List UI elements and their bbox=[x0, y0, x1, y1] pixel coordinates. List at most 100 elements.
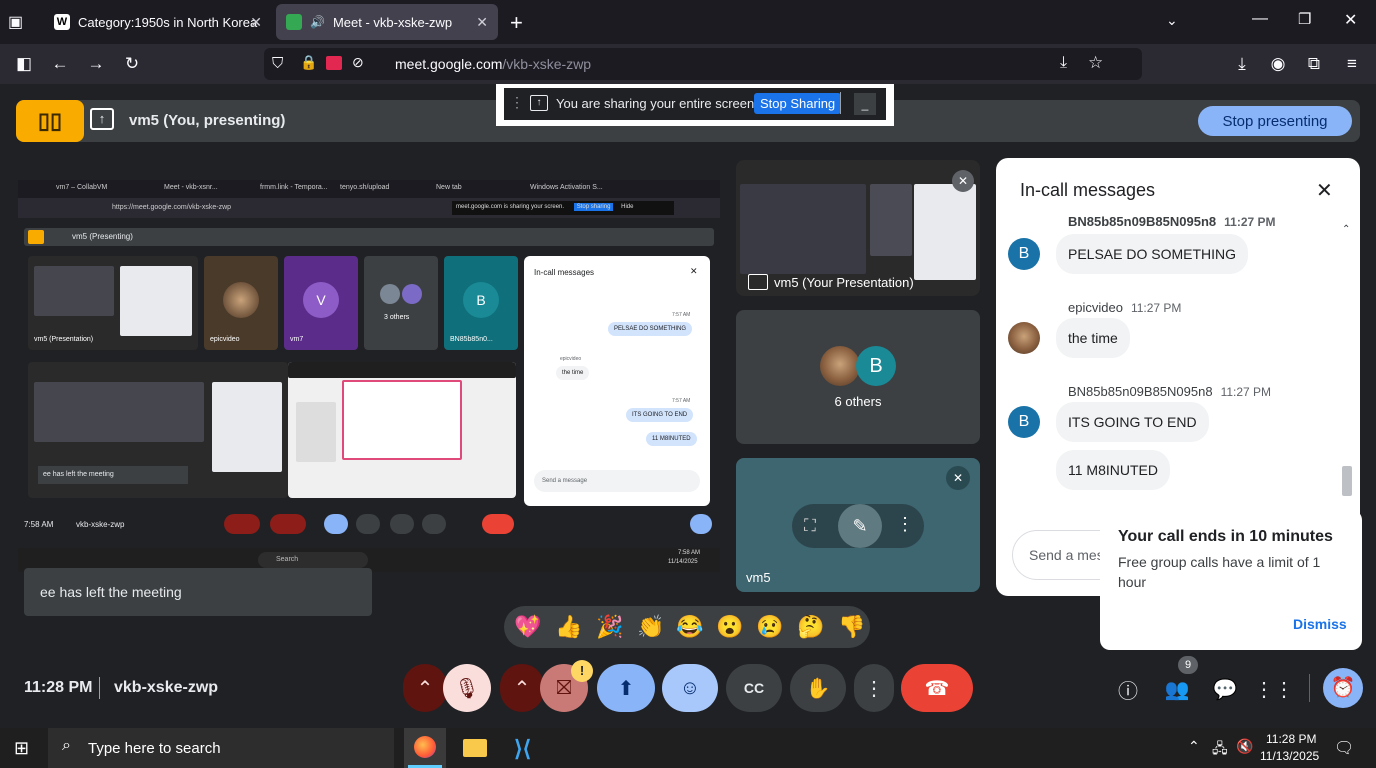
message-sender: BN85b85n09B85N095n8 11:27 PM bbox=[1068, 216, 1276, 229]
show-hidden-icons-icon[interactable]: ⌃ bbox=[1188, 738, 1200, 755]
others-tile[interactable]: B 6 others bbox=[736, 310, 980, 444]
screen-share-indicator-icon[interactable] bbox=[326, 56, 342, 70]
vscode-icon: ⟩⟨ bbox=[514, 736, 532, 761]
message-bubble: PELSAE DO SOMETHING bbox=[1056, 234, 1249, 274]
taskbar-time[interactable]: 11:28 PM bbox=[1266, 732, 1316, 746]
message-list[interactable]: BN85b85n09B85N095n8 11:27 PM B PELSAE DO … bbox=[996, 216, 1360, 516]
close-tab-icon[interactable]: ✕ bbox=[476, 14, 488, 31]
taskbar-file-explorer[interactable] bbox=[454, 728, 496, 768]
divider bbox=[840, 92, 841, 114]
chat-button[interactable]: 💬 bbox=[1208, 672, 1242, 706]
reaction-thinking[interactable]: 🤔 bbox=[797, 614, 824, 640]
present-now-button[interactable]: ⬆ bbox=[597, 664, 655, 712]
notifications-icon[interactable]: 🗨 bbox=[1334, 738, 1354, 758]
call-timer-button[interactable]: ⏰ bbox=[1323, 668, 1363, 708]
emoji-icon: ☺ bbox=[679, 676, 701, 699]
sharing-notice-text: You are sharing your entire screen. bbox=[556, 96, 758, 111]
mic-off-button[interactable]: 🎙 bbox=[443, 664, 491, 712]
mini-tab-bar: vm7 – CollabVM Meet - vkb-xsnr... frmm.l… bbox=[18, 180, 720, 198]
mini-nav-bar: https://meet.google.com/vkb-xske-zwp mee… bbox=[18, 198, 720, 218]
drag-handle-icon[interactable]: ⋮ bbox=[510, 94, 524, 111]
hide-notice-button[interactable]: _ bbox=[854, 93, 876, 115]
account-icon[interactable]: ◉ bbox=[1266, 52, 1290, 76]
bookmark-star-icon[interactable]: ☆ bbox=[1088, 53, 1103, 73]
reaction-thumbs-down[interactable]: 👎 bbox=[838, 614, 865, 640]
reaction-surprised[interactable]: 😮 bbox=[716, 614, 743, 640]
search-icon: ⌕ bbox=[62, 737, 71, 754]
screen-sharing-notice: ⋮ ↑ You are sharing your entire screen. … bbox=[496, 84, 894, 126]
dismiss-button[interactable]: Dismiss bbox=[1293, 616, 1347, 632]
close-window-icon[interactable]: ✕ bbox=[1344, 10, 1357, 30]
emoji-reactions-button[interactable]: ☺ bbox=[662, 664, 718, 712]
downloads-icon[interactable]: ⤓ bbox=[1230, 52, 1254, 76]
audio-options-button[interactable]: ⌃ bbox=[403, 664, 447, 712]
reload-icon[interactable]: ↻ bbox=[120, 52, 144, 76]
mini-meet-page: vm5 (Presenting) vm5 (Presentation) epic… bbox=[18, 218, 720, 518]
wikipedia-icon: W bbox=[54, 14, 70, 30]
mini-tile-recursive: ee has left the meeting bbox=[28, 362, 288, 498]
frame-person-icon[interactable]: ⛶ bbox=[804, 516, 816, 536]
muted-icon: ✕ bbox=[946, 466, 970, 490]
self-tile[interactable]: ✕ ⛶ ✎ ⋮ vm5 bbox=[736, 458, 980, 592]
windows-taskbar: ⊞ ⌕ Type here to search ⟩⟨ ⌃ 🖧 🔇 11:28 P… bbox=[0, 728, 1376, 768]
taskbar-search-box[interactable]: ⌕ Type here to search bbox=[48, 728, 394, 768]
tab-meet[interactable]: 🔊 Meet - vkb-xske-zwp ✕ bbox=[276, 4, 498, 40]
save-page-icon[interactable]: ⤓ bbox=[1060, 54, 1067, 72]
activities-button[interactable]: ⋮⋮ bbox=[1254, 672, 1294, 706]
tile-label: vm5 (Your Presentation) bbox=[774, 275, 914, 290]
volume-muted-icon[interactable]: 🔇 bbox=[1236, 738, 1253, 755]
shield-icon[interactable]: ⛉ bbox=[272, 55, 283, 72]
raise-hand-button[interactable]: ✋ bbox=[790, 664, 846, 712]
taskbar-vscode[interactable]: ⟩⟨ bbox=[504, 728, 546, 768]
new-tab-button[interactable]: + bbox=[510, 10, 523, 36]
tab-overview-icon[interactable]: ▣ bbox=[8, 12, 30, 32]
network-icon[interactable]: 🖧 bbox=[1212, 738, 1228, 762]
meeting-code: vkb-xske-zwp bbox=[114, 679, 219, 696]
reaction-sparkling-heart[interactable]: 💖 bbox=[514, 614, 541, 640]
extensions-icon[interactable]: ⧉ bbox=[1302, 52, 1326, 76]
end-call-icon: ☎ bbox=[924, 677, 950, 700]
lock-icon[interactable]: 🔒 bbox=[300, 54, 317, 71]
leave-call-button[interactable]: ☎ bbox=[901, 664, 973, 712]
close-tab-icon[interactable]: ✕ bbox=[250, 14, 262, 31]
mini-chat-panel: In-call messages ✕ 7:57 AM PELSAE DO SOM… bbox=[524, 256, 710, 506]
meeting-details-button[interactable]: ⓘ bbox=[1111, 672, 1145, 706]
windows-start-icon[interactable]: ⊞ bbox=[14, 738, 29, 759]
reaction-sad[interactable]: 😢 bbox=[756, 614, 783, 640]
taskbar-date[interactable]: 11/13/2025 bbox=[1260, 749, 1319, 763]
speaker-icon[interactable]: 🔊 bbox=[310, 15, 325, 29]
taskbar-firefox[interactable] bbox=[404, 728, 446, 768]
more-options-button[interactable]: ⋮ bbox=[854, 664, 894, 712]
tab-wikipedia[interactable]: W Category:1950s in North Korea ✕ bbox=[44, 4, 272, 40]
reaction-party[interactable]: 🎉 bbox=[596, 614, 623, 640]
captions-button[interactable]: CC bbox=[726, 664, 782, 712]
mini-tile-epicvideo: epicvideo bbox=[204, 256, 278, 350]
browser-nav-bar: ◧ ← → ↻ ⛉ 🔒 ⊘ meet.google.com/vkb-xske-z… bbox=[0, 44, 1376, 84]
menu-icon[interactable]: ≡ bbox=[1340, 52, 1364, 76]
reaction-clap[interactable]: 👏 bbox=[637, 614, 664, 640]
presentation-preview-tile[interactable]: ✕ vm5 (Your Presentation) bbox=[736, 160, 980, 296]
visual-effects-icon[interactable]: ✎ bbox=[838, 504, 882, 548]
permissions-icon[interactable]: ⊘ bbox=[352, 54, 364, 71]
back-icon[interactable]: ← bbox=[48, 52, 72, 76]
scrollbar[interactable]: ⌃ bbox=[1342, 224, 1354, 506]
forward-icon[interactable]: → bbox=[84, 52, 108, 76]
list-tabs-icon[interactable]: ⌄ bbox=[1166, 12, 1178, 29]
info-icon: ⓘ bbox=[1118, 680, 1138, 703]
message-bubble: 11 M8INUTED bbox=[1056, 450, 1170, 490]
video-options-button[interactable]: ⌃ bbox=[500, 664, 544, 712]
stop-presenting-button[interactable]: Stop presenting bbox=[1198, 106, 1352, 136]
stop-sharing-button[interactable]: Stop Sharing bbox=[754, 93, 842, 114]
minimize-icon[interactable]: — bbox=[1252, 10, 1268, 28]
reaction-laugh[interactable]: 😂 bbox=[676, 614, 703, 640]
toast-body: Free group calls have a limit of 1 hour bbox=[1118, 554, 1321, 590]
reaction-thumbs-up[interactable]: 👍 bbox=[555, 614, 582, 640]
more-options-icon[interactable]: ⋮ bbox=[896, 514, 914, 535]
mini-tile-android bbox=[288, 362, 516, 498]
sidebar-toggle-icon[interactable]: ◧ bbox=[12, 52, 36, 76]
restore-icon[interactable]: ❐ bbox=[1298, 10, 1311, 28]
tab-label: Category:1950s in North Korea bbox=[78, 14, 258, 30]
close-panel-icon[interactable]: ✕ bbox=[1316, 178, 1333, 203]
people-button[interactable]: 👥 bbox=[1160, 672, 1194, 706]
address-bar[interactable]: ⛉ 🔒 ⊘ meet.google.com/vkb-xske-zwp ⤓ ☆ bbox=[264, 48, 1142, 80]
